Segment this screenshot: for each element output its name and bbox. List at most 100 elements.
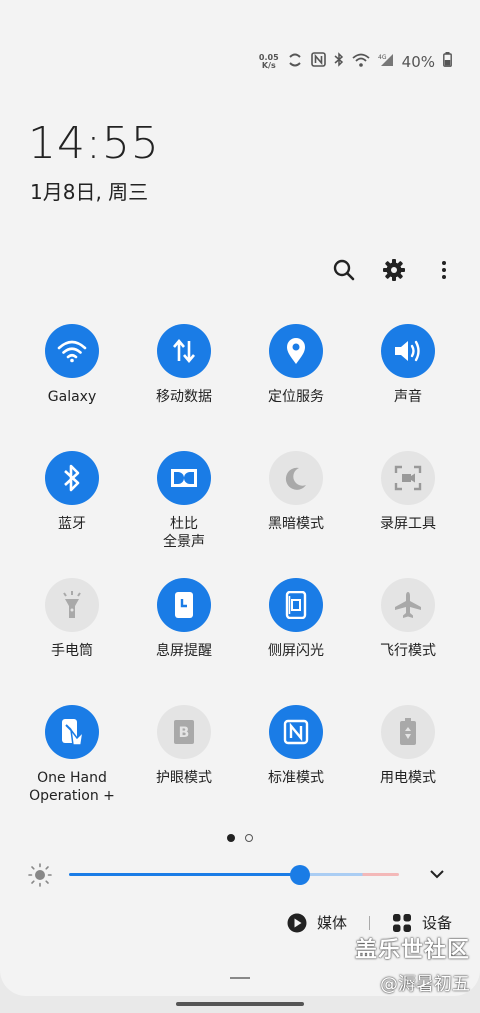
battery-percent: 40%: [401, 52, 435, 71]
tile-dark-mode-label: 黑暗模式: [268, 516, 324, 532]
quick-panel: 0.05 K/s 4G 40% 14:55 1月8日, 周三 Galaxy 移动…: [0, 0, 480, 996]
tile-eye-comfort-button[interactable]: B: [157, 705, 211, 759]
expand-brightness-button[interactable]: [428, 866, 446, 885]
devices-icon: [392, 913, 411, 932]
wifi-status-icon: [352, 53, 370, 71]
tile-mobile-data[interactable]: 移动数据: [128, 324, 240, 451]
nfc-icon: [283, 719, 309, 745]
tile-wifi-button[interactable]: [45, 324, 99, 378]
tile-power-mode-button[interactable]: [381, 705, 435, 759]
devices-label: 设备: [421, 914, 452, 932]
watermark: 盖乐世社区 @溽暑初五: [355, 932, 470, 996]
tile-location-button[interactable]: [269, 324, 323, 378]
svg-text:B: B: [179, 725, 190, 741]
more-vert-icon: [442, 261, 446, 279]
tile-power-mode[interactable]: 用电模式: [352, 705, 464, 832]
search-icon: [333, 259, 355, 281]
bluetooth-icon: [64, 464, 80, 492]
more-options-button[interactable]: [432, 258, 456, 282]
tile-wifi[interactable]: Galaxy: [16, 324, 128, 451]
tile-screen-recorder[interactable]: 录屏工具: [352, 451, 464, 578]
page-indicator: [0, 834, 480, 842]
brightness-icon: [28, 863, 52, 891]
tile-always-on-display-button[interactable]: [157, 578, 211, 632]
tile-sound-button[interactable]: [381, 324, 435, 378]
tile-flashlight-label: 手电筒: [51, 643, 93, 659]
clock-time: 14:55: [28, 118, 160, 169]
tile-bluetooth-label: 蓝牙: [58, 516, 86, 532]
tile-flashlight[interactable]: 手电筒: [16, 578, 128, 705]
tile-airplane-mode[interactable]: 飞行模式: [352, 578, 464, 705]
flashlight-icon: [63, 591, 81, 618]
chevron-down-icon: [430, 870, 444, 879]
panel-drag-handle[interactable]: [230, 977, 250, 979]
brightness-slider-thumb[interactable]: [290, 865, 310, 885]
media-label: 媒体: [316, 914, 347, 932]
tile-airplane-mode-label: 飞行模式: [380, 643, 436, 659]
tile-screen-recorder-label: 录屏工具: [380, 516, 436, 532]
moon-icon: [285, 467, 306, 490]
tile-always-on-display-label: 息屏提醒: [156, 643, 212, 659]
bluetooth-status-icon: [334, 52, 344, 71]
tile-dolby-label: 杜比 全景声: [163, 516, 205, 550]
media-button[interactable]: 媒体: [287, 912, 347, 933]
watermark-author: @溽暑初五: [380, 974, 470, 995]
wifi-icon: [57, 340, 87, 363]
tile-one-hand-button[interactable]: [45, 705, 99, 759]
edge-lighting-icon: [285, 591, 307, 619]
status-bar: 0.05 K/s 4G 40%: [259, 52, 452, 71]
airplane-icon: [395, 592, 421, 618]
tile-power-mode-label: 用电模式: [380, 770, 436, 786]
tile-one-hand[interactable]: One Hand Operation +: [16, 705, 128, 832]
tile-mobile-data-button[interactable]: [157, 324, 211, 378]
play-icon: [287, 913, 307, 932]
tile-mobile-data-label: 移动数据: [156, 389, 212, 405]
tile-one-hand-label: One Hand Operation +: [29, 770, 115, 804]
one-hand-icon: [62, 719, 85, 746]
tile-nfc-button[interactable]: [269, 705, 323, 759]
power-mode-icon: [400, 718, 416, 745]
dolby-icon: [171, 469, 197, 487]
tile-nfc-label: 标准模式: [268, 770, 324, 786]
settings-button[interactable]: [382, 258, 406, 282]
mobile-data-icon: [173, 338, 195, 364]
network-speed: 0.05 K/s: [258, 52, 279, 70]
tile-dark-mode[interactable]: 黑暗模式: [240, 451, 352, 578]
tile-wifi-label: Galaxy: [47, 389, 97, 405]
tile-nfc[interactable]: 标准模式: [240, 705, 352, 832]
location-icon: [287, 338, 305, 364]
tile-location-label: 定位服务: [268, 389, 324, 405]
nfc-status-icon: [310, 52, 326, 71]
brightness-slider[interactable]: [69, 873, 399, 876]
battery-icon: [443, 52, 452, 71]
tile-dolby-button[interactable]: [157, 451, 211, 505]
panel-toolbar: [332, 258, 456, 282]
sync-icon: [287, 53, 303, 71]
quick-settings-grid: Galaxy 移动数据 定位服务 声音 蓝牙 杜比 全景声 黑暗模式 录屏工具 …: [16, 324, 464, 832]
eye-comfort-icon: B: [174, 720, 194, 744]
tile-flashlight-button[interactable]: [45, 578, 99, 632]
tile-dark-mode-button[interactable]: [269, 451, 323, 505]
tile-edge-lighting-button[interactable]: [269, 578, 323, 632]
tile-screen-recorder-button[interactable]: [381, 451, 435, 505]
svg-text:4G: 4G: [378, 54, 387, 61]
page-dot-inactive[interactable]: [245, 834, 253, 842]
watermark-community: 盖乐世社区: [354, 938, 470, 963]
tile-sound[interactable]: 声音: [352, 324, 464, 451]
search-button[interactable]: [332, 258, 356, 282]
tile-location[interactable]: 定位服务: [240, 324, 352, 451]
sound-icon: [395, 340, 420, 362]
tile-airplane-mode-button[interactable]: [381, 578, 435, 632]
tile-edge-lighting[interactable]: 侧屏闪光: [240, 578, 352, 705]
tile-dolby[interactable]: 杜比 全景声: [128, 451, 240, 578]
media-devices-row: 媒体 设备: [287, 912, 452, 933]
tile-bluetooth[interactable]: 蓝牙: [16, 451, 128, 578]
tile-sound-label: 声音: [394, 389, 422, 405]
tile-eye-comfort[interactable]: B 护眼模式: [128, 705, 240, 832]
devices-button[interactable]: 设备: [392, 912, 452, 933]
page-dot-active[interactable]: [227, 834, 235, 842]
tile-bluetooth-button[interactable]: [45, 451, 99, 505]
gesture-nav-bar[interactable]: [176, 1002, 304, 1006]
tile-eye-comfort-label: 护眼模式: [156, 770, 212, 786]
tile-always-on-display[interactable]: 息屏提醒: [128, 578, 240, 705]
